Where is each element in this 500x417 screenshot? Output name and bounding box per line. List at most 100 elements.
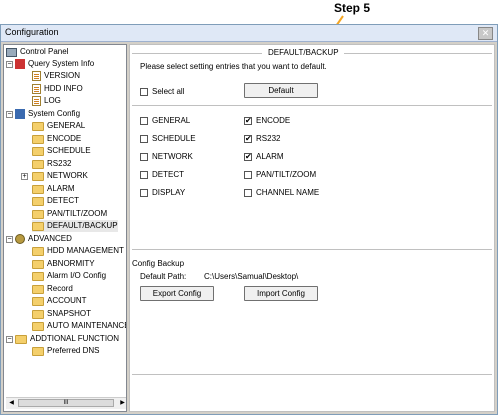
settings-panel: DEFAULT/BACKUP Please select setting ent… bbox=[129, 44, 495, 412]
tree-item-alarm-io-config[interactable]: Alarm I/O Config bbox=[32, 270, 106, 282]
step-annotation: Step 5 bbox=[334, 1, 371, 15]
folder-icon bbox=[32, 184, 44, 194]
folder-icon bbox=[32, 146, 44, 156]
folder-icon bbox=[32, 159, 44, 169]
section-divider bbox=[132, 249, 492, 250]
default-path-value: C:\Users\Samual\Desktop\ bbox=[204, 272, 299, 281]
tree-item-general[interactable]: GENERAL bbox=[32, 120, 85, 132]
folder-icon bbox=[32, 271, 44, 281]
tree-item-record[interactable]: Record bbox=[32, 283, 73, 295]
folder-icon bbox=[32, 259, 44, 269]
tree-item-system-config[interactable]: System Config bbox=[15, 108, 80, 120]
window-title: Configuration bbox=[5, 27, 59, 37]
tree-item-preferred-dns[interactable]: Preferred DNS bbox=[32, 345, 99, 357]
tree-item-account[interactable]: ACCOUNT bbox=[32, 295, 87, 307]
option-label: NETWORK bbox=[152, 152, 193, 161]
document-icon bbox=[32, 84, 41, 94]
tree-item-encode[interactable]: ENCODE bbox=[32, 133, 81, 145]
option-checkbox-pan-tilt-zoom[interactable] bbox=[244, 171, 252, 179]
folder-icon bbox=[32, 171, 44, 181]
configuration-window: Configuration ✕ Control Panel − Query Sy… bbox=[0, 24, 498, 415]
collapse-toggle[interactable]: − bbox=[6, 336, 13, 343]
default-path-label: Default Path: bbox=[140, 272, 187, 281]
tree-item-abnormity[interactable]: ABNORMITY bbox=[32, 258, 95, 270]
option-checkbox-rs232[interactable]: ✔ bbox=[244, 135, 252, 143]
tree-item-schedule[interactable]: SCHEDULE bbox=[32, 145, 91, 157]
select-all-label: Select all bbox=[152, 87, 185, 96]
folder-icon bbox=[32, 134, 44, 144]
gear-icon bbox=[15, 234, 25, 244]
tree-item-alarm[interactable]: ALARM bbox=[32, 183, 75, 195]
option-checkbox-encode[interactable]: ✔ bbox=[244, 117, 252, 125]
select-all-checkbox[interactable] bbox=[140, 88, 148, 96]
folder-icon bbox=[32, 346, 44, 356]
default-button[interactable]: Default bbox=[244, 83, 318, 98]
settings-icon bbox=[15, 109, 25, 119]
folder-icon bbox=[32, 284, 44, 294]
tree-item-rs232[interactable]: RS232 bbox=[32, 158, 71, 170]
close-icon: ✕ bbox=[481, 28, 490, 38]
collapse-toggle[interactable]: − bbox=[6, 111, 13, 118]
expand-toggle[interactable]: + bbox=[21, 173, 28, 180]
folder-icon bbox=[32, 121, 44, 131]
section-divider bbox=[344, 53, 492, 54]
tree-item-detect[interactable]: DETECT bbox=[32, 195, 79, 207]
folder-icon bbox=[32, 196, 44, 206]
section-divider bbox=[132, 53, 262, 54]
tree-item-query-system-info[interactable]: Query System Info bbox=[15, 58, 94, 70]
collapse-toggle[interactable]: − bbox=[6, 61, 13, 68]
horizontal-scrollbar[interactable]: ◀ III ▶ bbox=[6, 397, 126, 409]
option-checkbox-display[interactable] bbox=[140, 189, 148, 197]
option-label: SCHEDULE bbox=[152, 134, 196, 143]
tree-item-pan-tilt-zoom[interactable]: PAN/TILT/ZOOM bbox=[32, 208, 107, 220]
tree-item-advanced[interactable]: ADVANCED bbox=[15, 233, 72, 245]
option-checkbox-schedule[interactable] bbox=[140, 135, 148, 143]
option-checkbox-detect[interactable] bbox=[140, 171, 148, 179]
option-label: PAN/TILT/ZOOM bbox=[256, 170, 317, 179]
tree-item-additional-function[interactable]: ADDTIONAL FUNCTION bbox=[15, 333, 119, 345]
computer-icon bbox=[6, 47, 17, 57]
folder-icon bbox=[32, 221, 44, 231]
option-label: ENCODE bbox=[256, 116, 291, 125]
collapse-toggle[interactable]: − bbox=[6, 236, 13, 243]
folder-icon bbox=[32, 309, 44, 319]
option-label: DISPLAY bbox=[152, 188, 186, 197]
option-label: RS232 bbox=[256, 134, 281, 143]
close-button[interactable]: ✕ bbox=[478, 27, 493, 40]
folder-icon bbox=[15, 334, 27, 344]
folder-icon bbox=[32, 321, 44, 331]
tree-item-auto-maintenance[interactable]: AUTO MAINTENANCE bbox=[32, 320, 126, 332]
tree-item-log[interactable]: LOG bbox=[32, 95, 61, 107]
option-label: CHANNEL NAME bbox=[256, 188, 320, 197]
tree-item-hdd-management[interactable]: HDD MANAGEMENT bbox=[32, 245, 124, 257]
section-title: DEFAULT/BACKUP bbox=[268, 48, 339, 57]
tree-item-network[interactable]: NETWORK bbox=[32, 170, 88, 182]
tree-item-snapshot[interactable]: SNAPSHOT bbox=[32, 308, 91, 320]
section-divider bbox=[132, 105, 492, 106]
title-bar: Configuration ✕ bbox=[1, 25, 497, 42]
folder-icon bbox=[32, 246, 44, 256]
option-checkbox-channel-name[interactable] bbox=[244, 189, 252, 197]
option-checkbox-alarm[interactable]: ✔ bbox=[244, 153, 252, 161]
option-label: ALARM bbox=[256, 152, 284, 161]
option-label: GENERAL bbox=[152, 116, 191, 125]
option-checkbox-network[interactable] bbox=[140, 153, 148, 161]
document-icon bbox=[32, 71, 41, 81]
export-config-button[interactable]: Export Config bbox=[140, 286, 214, 301]
option-checkbox-general[interactable] bbox=[140, 117, 148, 125]
tree-item-hdd-info[interactable]: HDD INFO bbox=[32, 83, 83, 95]
import-config-button[interactable]: Import Config bbox=[244, 286, 318, 301]
scroll-thumb[interactable]: III bbox=[18, 399, 114, 407]
config-backup-title: Config Backup bbox=[132, 259, 185, 268]
folder-icon bbox=[32, 296, 44, 306]
tree-item-default-backup[interactable]: DEFAULT/BACKUP bbox=[32, 220, 118, 232]
info-icon bbox=[15, 59, 25, 69]
scroll-left-icon[interactable]: ◀ bbox=[7, 399, 16, 407]
instruction-text: Please select setting entries that you w… bbox=[140, 62, 327, 71]
navigation-tree: Control Panel − Query System Info VERSIO… bbox=[3, 44, 127, 412]
tree-item-control-panel[interactable]: Control Panel bbox=[6, 46, 68, 58]
scroll-right-icon[interactable]: ▶ bbox=[118, 399, 126, 407]
tree-item-version[interactable]: VERSION bbox=[32, 70, 80, 82]
document-icon bbox=[32, 96, 41, 106]
folder-icon bbox=[32, 209, 44, 219]
